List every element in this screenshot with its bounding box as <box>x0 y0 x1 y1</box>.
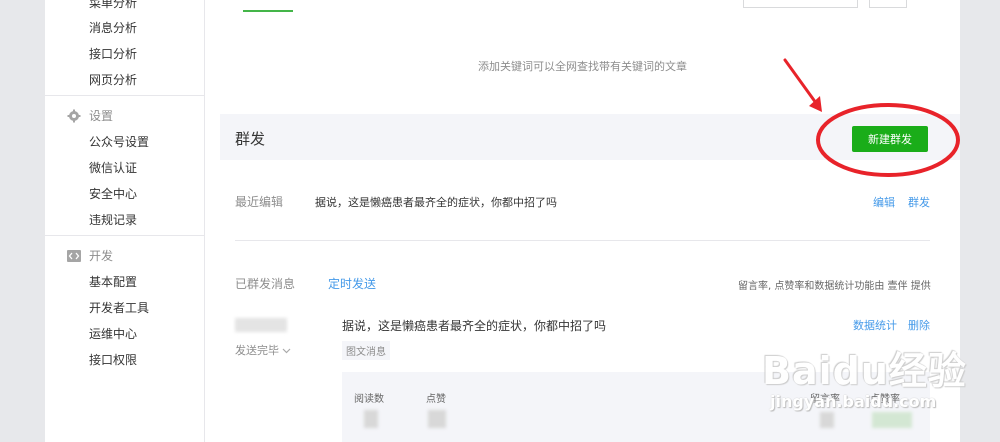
sidebar-item-security[interactable]: 安全中心 <box>89 185 137 202</box>
sidebar-item-account-settings[interactable]: 公众号设置 <box>89 133 149 150</box>
stat-label-likes: 点赞 <box>426 394 446 405</box>
stat-label-reads: 阅读数 <box>354 394 384 405</box>
tab-active-indicator[interactable] <box>243 0 293 12</box>
sidebar-item-violations[interactable]: 违规记录 <box>89 211 137 228</box>
sidebar-item-menu-analysis[interactable]: 菜单分析 <box>89 0 137 11</box>
sidebar-item-api-analysis[interactable]: 接口分析 <box>89 45 137 62</box>
blurred-value <box>872 412 912 428</box>
code-icon <box>67 249 81 263</box>
search-button[interactable] <box>869 0 907 8</box>
sidebar-group-develop: 开发 <box>67 247 113 264</box>
sidebar-item-web-analysis[interactable]: 网页分析 <box>89 71 137 88</box>
send-status-label: 发送完毕 <box>235 344 279 357</box>
search-input[interactable] <box>743 0 858 8</box>
sidebar-divider <box>45 235 205 236</box>
sidebar-item-basic-config[interactable]: 基本配置 <box>89 273 137 290</box>
new-mass-send-button[interactable]: 新建群发 <box>852 126 928 152</box>
divider <box>235 240 930 241</box>
blurred-value <box>428 410 446 428</box>
message-title[interactable]: 据说，这是懒癌患者最齐全的症状，你都中招了吗 <box>342 317 606 334</box>
delete-link[interactable]: 删除 <box>908 317 930 333</box>
sidebar-group-label: 开发 <box>89 249 114 263</box>
sidebar-item-api-permissions[interactable]: 接口权限 <box>89 351 137 368</box>
recent-draft-title: 据说，这是懒癌患者最齐全的症状，你都中招了吗 <box>315 196 557 209</box>
sidebar-item-wechat-verify[interactable]: 微信认证 <box>89 159 137 176</box>
send-status: 发送完毕 <box>235 342 291 358</box>
blurred-value <box>364 410 378 428</box>
baidu-watermark: Baidu经验 <box>762 349 967 393</box>
tab-scheduled[interactable]: 定时发送 <box>328 275 376 292</box>
tab-sent-messages[interactable]: 已群发消息 <box>235 275 295 292</box>
send-link[interactable]: 群发 <box>908 194 930 210</box>
sidebar-item-ops-center[interactable]: 运维中心 <box>89 325 137 342</box>
message-type-badge: 图文消息 <box>342 341 390 360</box>
baidu-watermark-url: jingyan.baidu.com <box>770 392 937 411</box>
data-stats-link[interactable]: 数据统计 <box>853 317 897 333</box>
sidebar: 菜单分析 消息分析 接口分析 网页分析 设置 公众号设置 微信认证 安全中心 违… <box>45 0 205 442</box>
edit-link[interactable]: 编辑 <box>873 194 895 210</box>
sidebar-group-settings: 设置 <box>67 107 113 124</box>
chevron-down-icon[interactable] <box>282 344 291 357</box>
sidebar-divider <box>45 95 205 96</box>
mass-send-header: 群发 新建群发 <box>220 114 960 160</box>
sidebar-group-label: 设置 <box>89 109 114 123</box>
recent-edit-label: 最近编辑 <box>235 195 284 209</box>
keyword-hint: 添加关键词可以全网查找带有关键词的文章 <box>478 60 687 73</box>
sidebar-item-dev-tools[interactable]: 开发者工具 <box>89 299 149 316</box>
sidebar-item-message-analysis[interactable]: 消息分析 <box>89 19 137 36</box>
stat-provider-note: 留言率, 点赞率和数据统计功能由 壹伴 提供 <box>738 281 931 292</box>
section-title: 群发 <box>235 130 266 148</box>
gear-icon <box>67 109 81 123</box>
blurred-value <box>820 412 834 428</box>
blurred-date <box>235 318 287 332</box>
